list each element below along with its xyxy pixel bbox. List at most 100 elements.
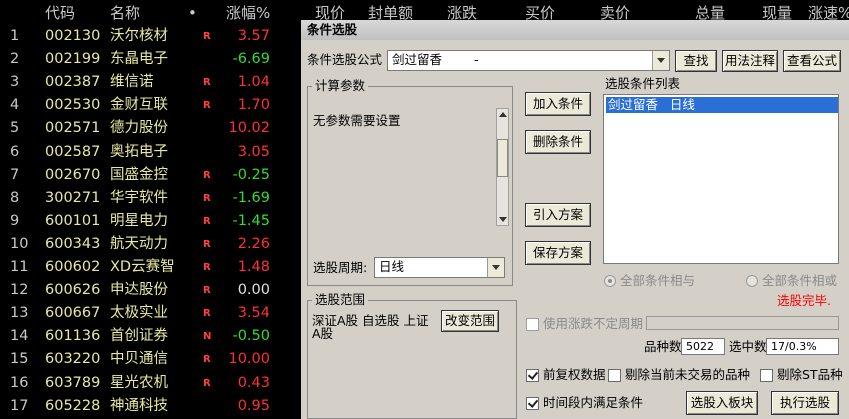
save-plan-button[interactable]: 保存方案 <box>525 241 591 265</box>
row-index: 4 <box>10 97 20 114</box>
restore-right-checkbox[interactable] <box>526 369 539 382</box>
stock-code: 002530 <box>45 97 101 114</box>
table-row[interactable]: 11 600602 XD云赛智 R 1.48 <box>0 256 300 279</box>
row-index: 16 <box>10 374 29 391</box>
change-percent: 0.95 <box>237 397 270 414</box>
period-satisfy-checkbox[interactable] <box>526 397 539 410</box>
stock-code: 600343 <box>45 235 101 252</box>
table-row[interactable]: 2 002199 东晶电子 -6.69 <box>0 48 300 71</box>
period-select[interactable]: 日线 <box>374 257 505 278</box>
view-formula-button[interactable]: 查看公式 <box>783 50 841 72</box>
scroll-up-icon[interactable] <box>499 112 507 117</box>
change-percent: 3.05 <box>237 143 270 160</box>
count-value: 5022 <box>681 338 725 355</box>
flag-badge: N <box>203 331 212 343</box>
column-header-code[interactable]: 代码 <box>45 0 75 26</box>
table-row[interactable]: 3 002387 维信诺 R 1.04 <box>0 71 300 94</box>
row-index: 12 <box>10 282 29 299</box>
stock-name: 太极实业 <box>110 305 168 322</box>
period-satisfy-label: 时间段内满足条件 <box>543 395 644 410</box>
stock-code: 002670 <box>45 166 101 183</box>
stock-name: 国盛金控 <box>110 166 168 183</box>
params-title: 计算参数 <box>312 79 369 93</box>
find-button[interactable]: 查找 <box>675 50 717 72</box>
row-index: 9 <box>10 212 20 229</box>
stock-name: 沃尔核材 <box>110 28 168 44</box>
execute-button[interactable]: 执行选股 <box>771 391 839 415</box>
row-index: 8 <box>10 189 20 206</box>
delete-condition-button[interactable]: 删除条件 <box>525 130 591 154</box>
stock-name: 华宇软件 <box>110 189 168 206</box>
stock-code: 300271 <box>45 189 101 206</box>
row-index: 5 <box>10 120 20 137</box>
selected-label: 选中数 <box>729 339 767 354</box>
table-row[interactable]: 14 601136 首创证券 N -0.50 <box>0 325 300 348</box>
radio-and[interactable] <box>604 275 616 287</box>
change-percent: -0.50 <box>232 328 270 345</box>
flag-badge: R <box>203 262 211 273</box>
table-row[interactable]: 4 002530 金财互联 R 1.70 <box>0 94 300 117</box>
exclude-untraded-checkbox[interactable] <box>608 369 621 382</box>
flag-badge: R <box>203 285 211 297</box>
formula-value: 剑过留香 <box>392 52 443 67</box>
row-index: 15 <box>10 351 29 368</box>
scroll-down-icon[interactable] <box>499 217 507 222</box>
add-condition-button[interactable]: 加入条件 <box>525 92 591 116</box>
flag-badge: R <box>203 377 211 389</box>
uncertain-period-checkbox[interactable] <box>526 318 539 331</box>
table-row[interactable]: 6 002587 奥拓电子 3.05 <box>0 141 300 164</box>
row-index: 13 <box>10 305 29 322</box>
table-row[interactable]: 1 002130 沃尔核材 R 3.57 <box>0 25 300 48</box>
usage-notes-button[interactable]: 用法注释 <box>722 50 778 72</box>
dialog-title[interactable]: 条件选股 <box>301 20 849 40</box>
stock-code: 605228 <box>45 397 101 414</box>
formula-label: 条件选股公式 <box>307 52 383 67</box>
stock-name: 申达股份 <box>110 282 168 299</box>
table-row[interactable]: 8 300271 华宇软件 R -1.69 <box>0 187 300 210</box>
flag-badge: R <box>203 354 211 366</box>
stock-code: 002387 <box>45 74 101 91</box>
stock-name: 金财互联 <box>110 97 168 114</box>
table-row[interactable]: 7 002670 国盛金控 R -0.25 <box>0 164 300 187</box>
to-block-button[interactable]: 选股入板块 <box>686 391 758 415</box>
condition-list[interactable]: 剑过留香 日线 <box>603 94 839 264</box>
table-row[interactable]: 15 603220 中贝通信 R 10.00 <box>0 348 300 371</box>
condition-list-item[interactable]: 剑过留香 日线 <box>606 97 838 113</box>
column-header-pct[interactable]: 涨幅% <box>226 0 270 26</box>
table-row[interactable]: 17 605228 神通科技 0.95 <box>0 395 300 418</box>
change-scope-button[interactable]: 改变范围 <box>441 310 499 332</box>
change-percent: 2.26 <box>237 235 270 252</box>
params-scrollbar[interactable] <box>496 108 509 226</box>
restore-right-label: 前复权数据 <box>543 367 606 382</box>
stock-name: 中贝通信 <box>110 351 168 368</box>
table-row[interactable]: 16 603789 星光农机 R 0.43 <box>0 372 300 395</box>
period-value: 日线 <box>379 259 405 274</box>
column-header-name[interactable]: 名称 <box>110 0 140 26</box>
exclude-st-checkbox[interactable] <box>760 369 773 382</box>
import-plan-button[interactable]: 引入方案 <box>525 203 591 227</box>
chevron-down-icon[interactable] <box>652 51 669 70</box>
row-index: 14 <box>10 328 29 345</box>
chevron-down-icon[interactable] <box>487 258 504 277</box>
period-label: 选股周期: <box>313 260 368 275</box>
radio-and-label: 全部条件相与 <box>620 273 696 288</box>
table-row[interactable]: 13 600667 太极实业 R 3.54 <box>0 302 300 325</box>
stock-name: 维信诺 <box>110 74 154 91</box>
flag-badge: R <box>203 31 211 42</box>
row-index: 7 <box>10 166 20 183</box>
table-row[interactable]: 5 002571 德力股份 10.02 <box>0 117 300 140</box>
stock-code: 600626 <box>45 282 101 299</box>
table-row[interactable]: 9 600101 明星电力 R -1.45 <box>0 210 300 233</box>
column-header-dot[interactable]: • <box>188 0 197 26</box>
table-row[interactable]: 10 600343 航天动力 R 2.26 <box>0 233 300 256</box>
params-text: 无参数需要设置 <box>313 113 401 128</box>
table-row[interactable]: 12 600626 申达股份 R 0.00 <box>0 279 300 302</box>
change-percent: -1.69 <box>232 189 270 206</box>
stock-code: 601136 <box>45 328 101 345</box>
scroll-thumb[interactable] <box>497 139 508 177</box>
radio-or[interactable] <box>746 275 758 287</box>
formula-select[interactable]: 剑过留香 - <box>387 50 670 71</box>
change-percent: -1.45 <box>232 212 270 229</box>
change-percent: 10.00 <box>228 351 270 368</box>
flag-badge: R <box>203 100 211 112</box>
